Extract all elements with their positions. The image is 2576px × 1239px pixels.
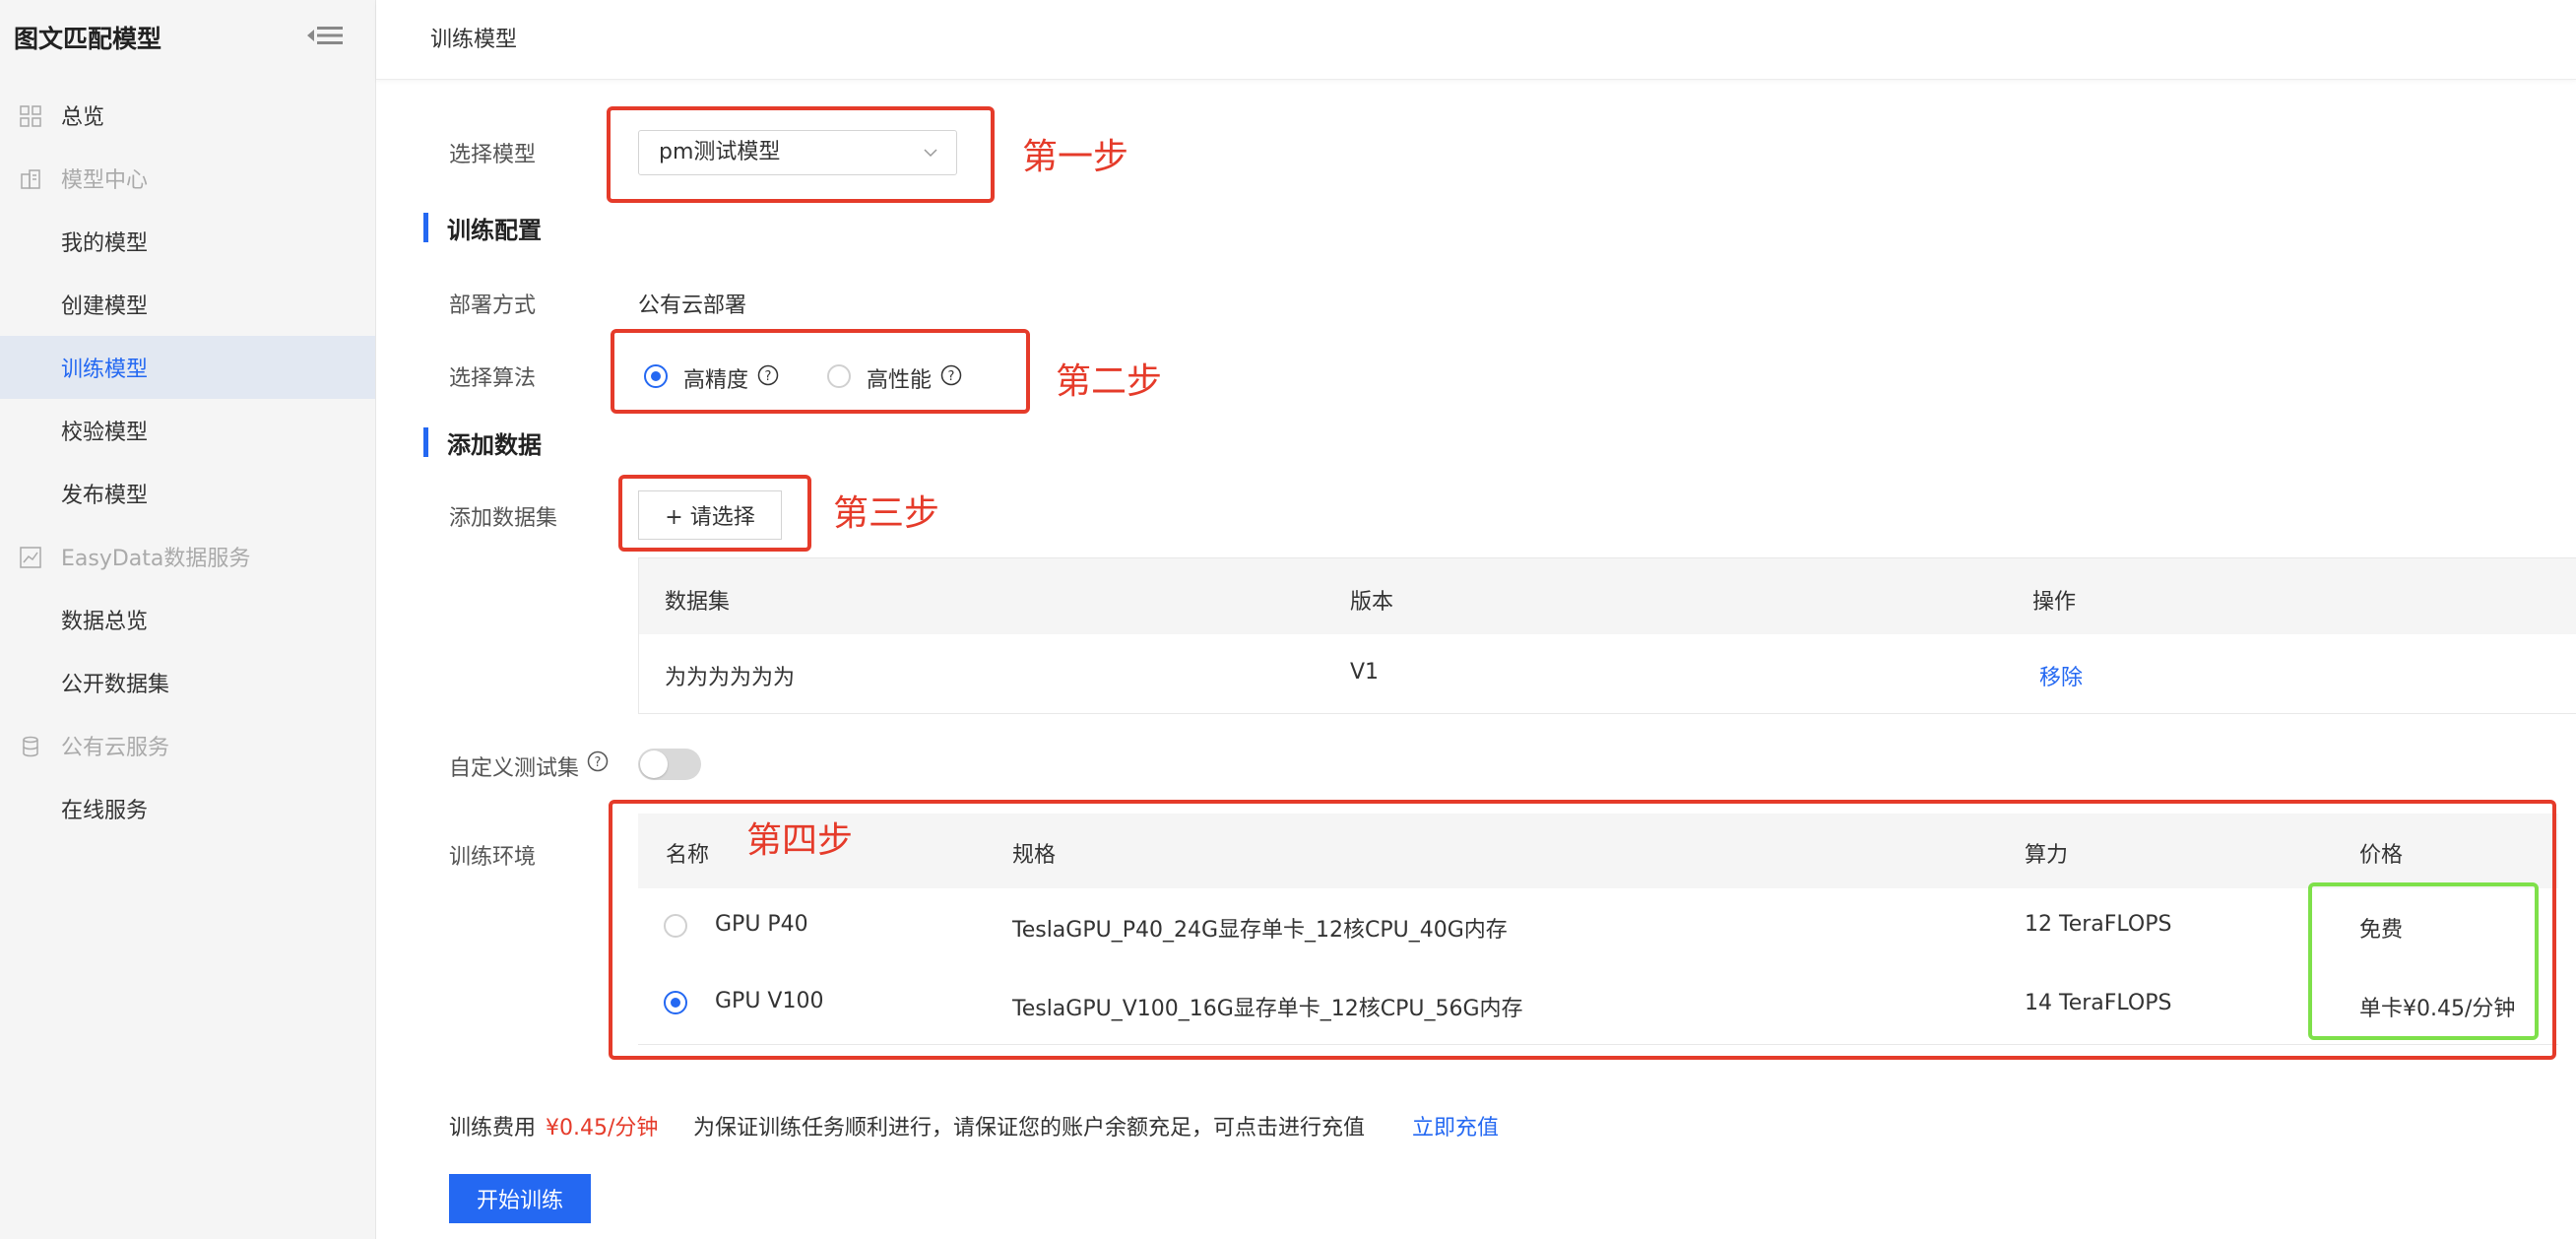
dataset-name: 为为为为为为 <box>665 666 796 690</box>
app-title: 图文匹配模型 <box>14 25 162 53</box>
database-icon <box>23 736 38 757</box>
sidebar-item-label: 总览 <box>61 105 105 130</box>
add-dataset-label: 添加数据集 <box>449 506 558 531</box>
sidebar-item-public-datasets[interactable]: 公开数据集 <box>0 651 375 714</box>
building-icon <box>21 169 40 189</box>
annotation-box-step2 <box>611 329 1030 414</box>
annotation-step3: 第三步 <box>833 493 940 534</box>
sidebar-item-create-model[interactable]: 创建模型 <box>0 273 375 336</box>
fee-label: 训练费用 <box>449 1116 537 1141</box>
section-title-train-config: 训练配置 <box>423 211 542 245</box>
section-title-add-data: 添加数据 <box>423 425 542 460</box>
sidebar-group-easydata: EasyData数据服务 <box>0 525 375 588</box>
dataset-version: V1 <box>1350 660 1380 685</box>
annotation-box-price <box>2308 882 2539 1040</box>
sidebar-item-label: 发布模型 <box>61 484 149 508</box>
svg-text:?: ? <box>595 755 602 770</box>
sidebar-item-publish-model[interactable]: 发布模型 <box>0 462 375 525</box>
deploy-label: 部署方式 <box>449 293 537 318</box>
start-training-button[interactable]: 开始训练 <box>449 1174 591 1223</box>
fee-notice: 为保证训练任务顺利进行，请保证您的账户余额充足，可点击进行充值 <box>693 1116 1366 1141</box>
sidebar-item-label: 在线服务 <box>61 799 149 823</box>
sidebar-item-label: 训练模型 <box>61 358 149 382</box>
select-model-label: 选择模型 <box>449 143 537 167</box>
annotation-step4: 第四步 <box>746 820 854 861</box>
sidebar-item-data-overview[interactable]: 数据总览 <box>0 588 375 651</box>
sidebar-group-label: 公有云服务 <box>61 736 170 760</box>
grid-icon <box>20 105 41 127</box>
dataset-table-header: 数据集 版本 操作 <box>638 557 2576 635</box>
sidebar-item-label: 我的模型 <box>61 231 149 256</box>
train-env-label: 训练环境 <box>449 845 537 870</box>
page-header: 训练模型 <box>376 0 2576 80</box>
column-header: 数据集 <box>665 590 731 615</box>
sidebar-group-model-center: 模型中心 <box>0 147 375 210</box>
sidebar-item-train-model[interactable]: 训练模型 <box>0 336 375 399</box>
sidebar-group-label: EasyData数据服务 <box>61 547 251 571</box>
custom-test-toggle[interactable] <box>638 749 701 780</box>
collapse-sidebar-icon[interactable] <box>305 22 345 49</box>
help-icon[interactable]: ? <box>587 750 609 772</box>
annotation-box-step4 <box>609 800 2556 1060</box>
annotation-box-step1 <box>607 106 995 203</box>
sidebar-item-online-service[interactable]: 在线服务 <box>0 777 375 840</box>
sidebar: 图文匹配模型 总览 模型中心 我的模型 创建模型 训练模型 校验模型 发布模型 … <box>0 0 376 1239</box>
sidebar-item-label: 数据总览 <box>61 610 149 634</box>
custom-test-label: 自定义测试集 <box>449 756 580 781</box>
table-row: 为为为为为为 V1 移除 <box>638 634 2576 714</box>
annotation-box-step3 <box>618 475 811 552</box>
column-header: 操作 <box>2032 590 2077 615</box>
sidebar-item-overview[interactable]: 总览 <box>0 84 375 147</box>
page-title: 训练模型 <box>430 28 518 52</box>
remove-dataset-link[interactable]: 移除 <box>2039 660 2083 691</box>
recharge-link[interactable]: 立即充值 <box>1412 1110 1499 1141</box>
annotation-step2: 第二步 <box>1056 361 1163 402</box>
deploy-value: 公有云部署 <box>638 293 747 318</box>
sidebar-item-my-models[interactable]: 我的模型 <box>0 210 375 273</box>
sidebar-item-validate-model[interactable]: 校验模型 <box>0 399 375 462</box>
sidebar-item-label: 公开数据集 <box>61 673 170 697</box>
fee-value: ¥0.45/分钟 <box>546 1116 659 1141</box>
sidebar-group-label: 模型中心 <box>61 168 149 193</box>
column-header: 版本 <box>1350 590 1394 615</box>
sidebar-item-label: 校验模型 <box>61 421 149 445</box>
chart-icon <box>20 547 41 568</box>
sidebar-item-label: 创建模型 <box>61 294 149 319</box>
sidebar-group-public-cloud: 公有云服务 <box>0 714 375 777</box>
annotation-step1: 第一步 <box>1022 137 1129 177</box>
algo-label: 选择算法 <box>449 366 537 391</box>
